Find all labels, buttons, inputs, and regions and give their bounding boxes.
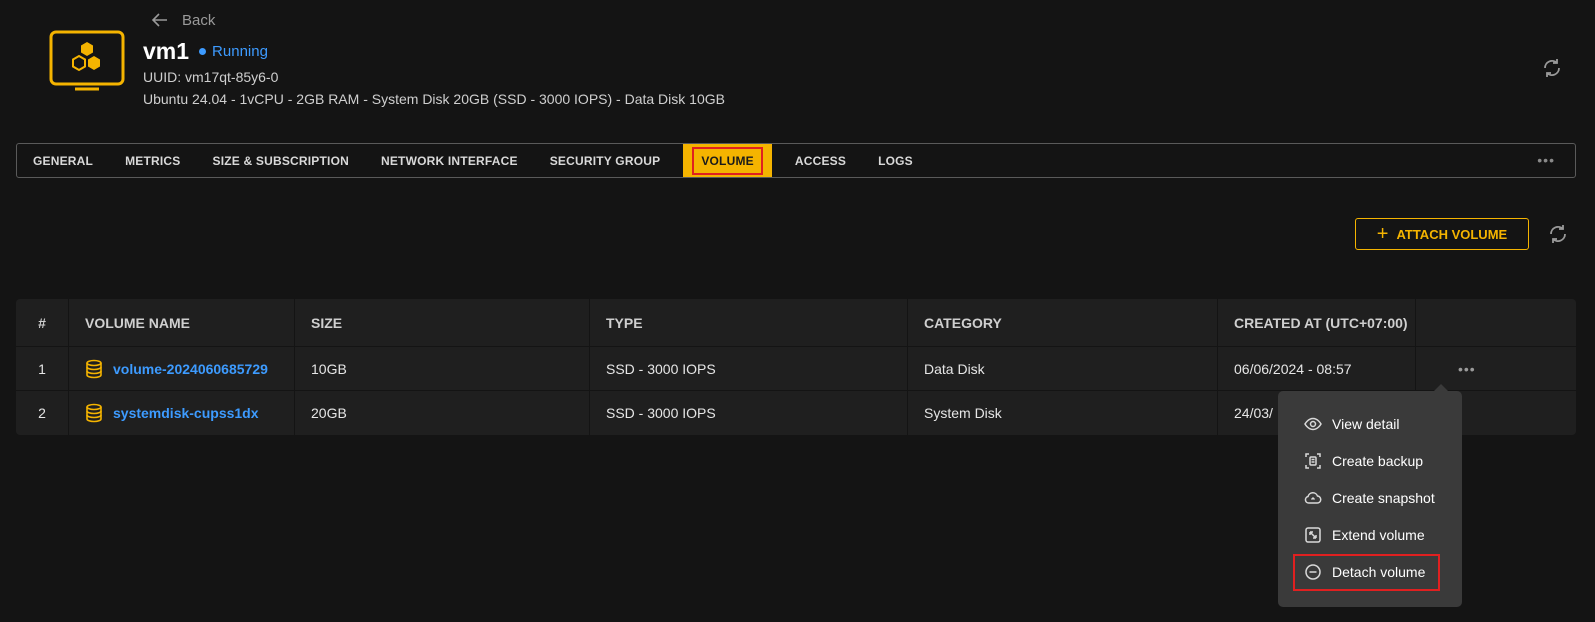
column-header: # bbox=[16, 299, 69, 346]
arrow-left-icon bbox=[151, 13, 167, 27]
menu-item-create-backup[interactable]: Create backup bbox=[1278, 442, 1462, 479]
attach-volume-label: ATTACH VOLUME bbox=[1396, 226, 1508, 242]
tab-general[interactable]: GENERAL bbox=[17, 144, 109, 177]
tab-security-group[interactable]: SECURITY GROUP bbox=[534, 144, 677, 177]
extend-icon bbox=[1305, 526, 1321, 543]
vm-uuid: UUID: vm17qt-85y6-0 bbox=[143, 69, 279, 85]
tab-metrics[interactable]: METRICS bbox=[109, 144, 196, 177]
menu-item-view-detail[interactable]: View detail bbox=[1278, 405, 1462, 442]
minus-circle-icon bbox=[1305, 563, 1321, 580]
tab-network-interface[interactable]: NETWORK INTERFACE bbox=[365, 144, 534, 177]
table-header: # VOLUME NAME SIZE TYPE CATEGORY CREATED… bbox=[16, 299, 1576, 347]
volume-type: SSD - 3000 IOPS bbox=[590, 391, 908, 435]
refresh-icon[interactable] bbox=[1540, 56, 1564, 80]
row-index: 2 bbox=[16, 391, 69, 435]
volume-created-at: 06/06/2024 - 08:57 bbox=[1218, 347, 1416, 390]
backup-icon bbox=[1305, 452, 1321, 469]
attach-volume-button[interactable]: + ATTACH VOLUME bbox=[1355, 218, 1529, 250]
status-badge: Running bbox=[199, 43, 268, 60]
menu-item-create-snapshot[interactable]: Create snapshot bbox=[1278, 479, 1462, 516]
row-actions-menu: View detail Create backup Create snapsho… bbox=[1278, 384, 1462, 607]
status-dot bbox=[199, 48, 207, 55]
database-icon bbox=[86, 403, 102, 423]
menu-item-detach-volume[interactable]: Detach volume bbox=[1278, 553, 1462, 591]
tab-size-subscription[interactable]: SIZE & SUBSCRIPTION bbox=[196, 144, 364, 177]
row-actions-icon[interactable]: ••• bbox=[1458, 361, 1476, 377]
volume-name-link[interactable]: volume-2024060685729 bbox=[85, 359, 268, 379]
volume-size: 20GB bbox=[295, 391, 590, 435]
tab-access[interactable]: ACCESS bbox=[779, 144, 862, 177]
cloud-icon bbox=[1304, 491, 1322, 504]
volume-name-link[interactable]: systemdisk-cupss1dx bbox=[85, 403, 259, 423]
refresh-icon[interactable] bbox=[1546, 222, 1570, 246]
back-button[interactable]: Back bbox=[150, 10, 215, 30]
vm-specs: Ubuntu 24.04 - 1vCPU - 2GB RAM - System … bbox=[143, 91, 725, 107]
volume-type: SSD - 3000 IOPS bbox=[590, 347, 908, 390]
tab-bar: GENERAL METRICS SIZE & SUBSCRIPTION NETW… bbox=[16, 143, 1576, 178]
plus-icon: + bbox=[1376, 223, 1389, 245]
tab-logs[interactable]: LOGS bbox=[862, 144, 929, 177]
database-icon bbox=[86, 359, 102, 378]
volume-category: System Disk bbox=[908, 391, 1218, 435]
back-label: Back bbox=[182, 11, 216, 29]
tab-volume[interactable]: VOLUME bbox=[683, 144, 772, 177]
column-header: SIZE bbox=[295, 299, 590, 346]
menu-item-extend-volume[interactable]: Extend volume bbox=[1278, 516, 1462, 553]
row-index: 1 bbox=[16, 347, 69, 390]
eye-icon bbox=[1304, 417, 1322, 430]
vm-name: vm1 bbox=[143, 38, 190, 64]
column-header: CREATED AT (UTC+07:00) bbox=[1218, 299, 1416, 346]
status-label: Running bbox=[212, 43, 268, 60]
column-header: VOLUME NAME bbox=[69, 299, 295, 346]
column-header: TYPE bbox=[590, 299, 908, 346]
vm-title: vm1 Running bbox=[143, 38, 268, 65]
table-row: 1 volume-2024060685729 10GB SSD - 3000 I… bbox=[16, 347, 1576, 391]
more-tabs-icon[interactable]: ••• bbox=[1537, 152, 1555, 168]
volume-size: 10GB bbox=[295, 347, 590, 390]
column-header: CATEGORY bbox=[908, 299, 1218, 346]
column-header bbox=[1416, 299, 1576, 346]
vm-monitor-icon bbox=[49, 30, 125, 91]
volume-category: Data Disk bbox=[908, 347, 1218, 390]
